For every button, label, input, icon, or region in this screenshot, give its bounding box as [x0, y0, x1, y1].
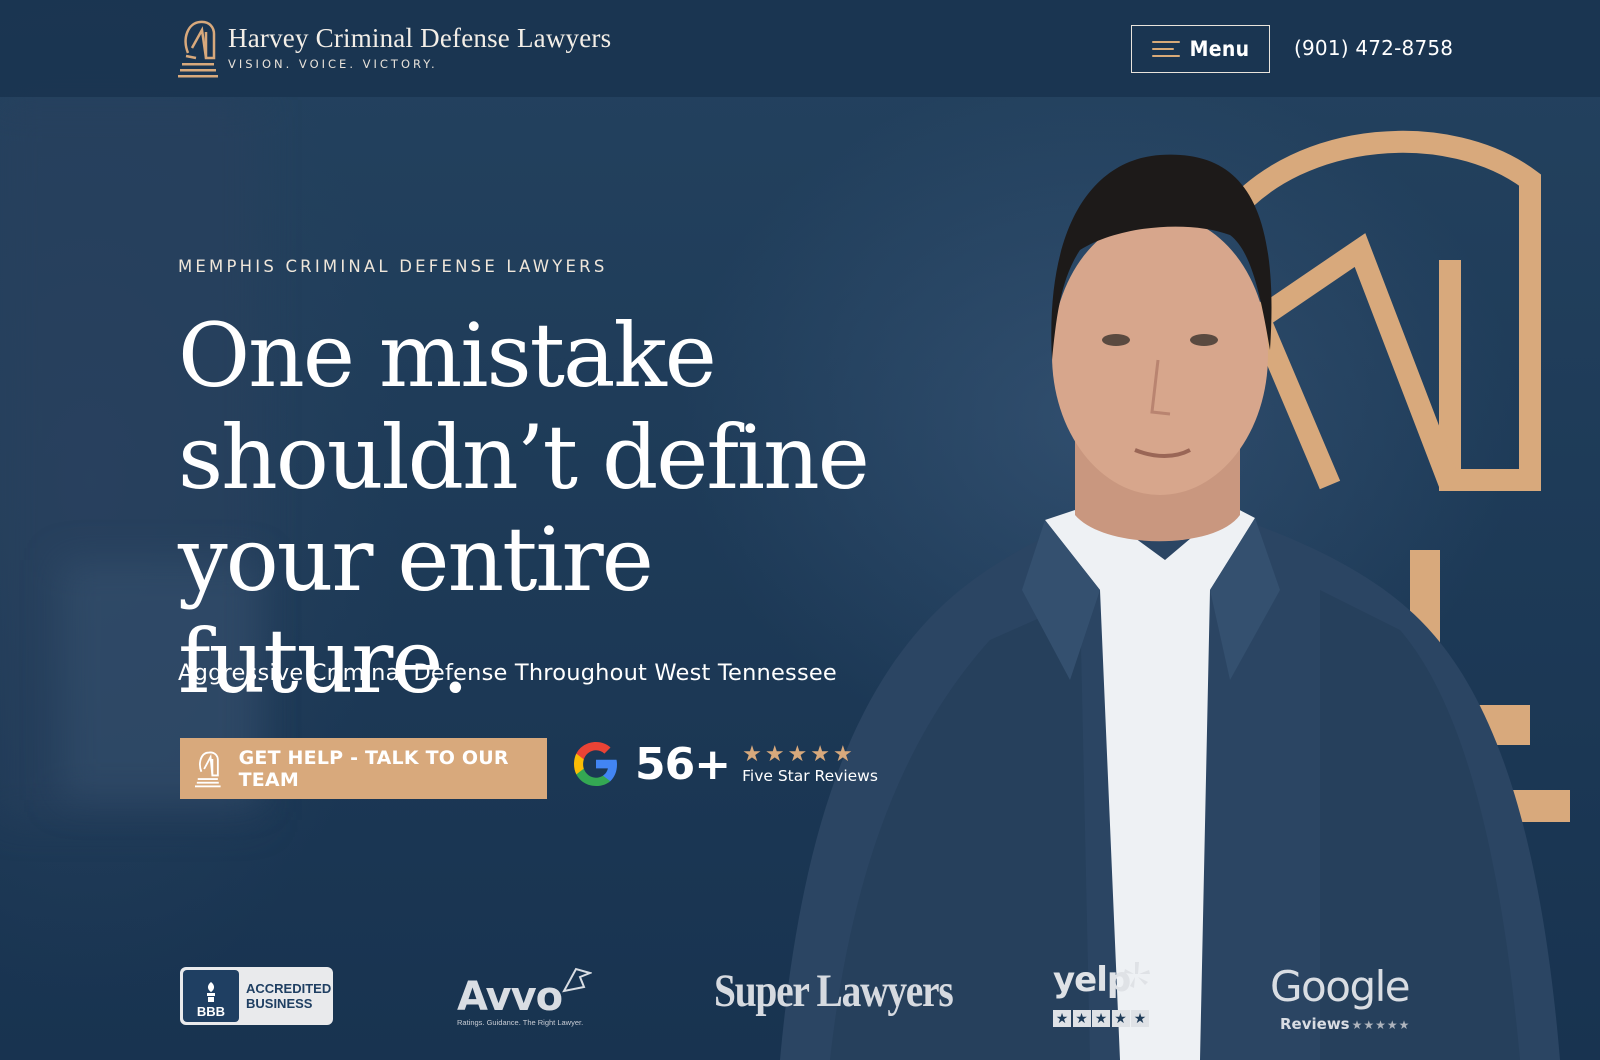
hero-headline: One mistake shouldn’t define your entire…	[178, 305, 878, 713]
five-star-rating-icon: ★★★★★	[742, 741, 856, 766]
bbb-torch-icon: BBB	[183, 970, 239, 1022]
headline-line-1: One mistake	[178, 304, 717, 407]
logo-title: Harvey Criminal Defense Lawyers	[228, 23, 612, 53]
get-help-button[interactable]: GET HELP - TALK TO OUR TEAM	[180, 738, 547, 799]
bbb-line-2: BUSINESS	[246, 996, 313, 1011]
knight-icon	[195, 751, 221, 787]
site-logo[interactable]: Harvey Criminal Defense Lawyers VISION. …	[178, 18, 611, 78]
yelp-stars-icon: ★ ★ ★ ★ ★	[1053, 1010, 1151, 1027]
menu-button[interactable]: Menu	[1131, 25, 1270, 73]
review-label: Five Star Reviews	[742, 767, 878, 785]
google-logo: Google	[1270, 962, 1411, 1011]
yelp-logo: yelp	[1053, 960, 1131, 1000]
menu-label: Menu	[1189, 37, 1250, 61]
yelp-badge[interactable]: yelp ★ ★ ★ ★ ★	[1053, 960, 1151, 1032]
avvo-badge[interactable]: Avvo Ratings. Guidance. The Right Lawyer…	[455, 962, 595, 1030]
get-help-label: GET HELP - TALK TO OUR TEAM	[238, 746, 509, 791]
hamburger-menu-icon	[1151, 40, 1180, 58]
review-count: 56+	[635, 738, 731, 790]
avvo-flag-icon	[562, 967, 592, 993]
hero-eyebrow: MEMPHIS CRIMINAL DEFENSE LAWYERS	[178, 257, 608, 276]
avvo-tagline: Ratings. Guidance. The Right Lawyer.	[457, 1018, 584, 1027]
torch-icon	[207, 982, 215, 1002]
google-stars-icon: ★★★★★	[1351, 1018, 1411, 1032]
avvo-logo: Avvo	[457, 974, 563, 1020]
super-lawyers-badge[interactable]: Super Lawyers	[714, 964, 954, 1018]
face	[1052, 215, 1268, 495]
google-reviews-label: Reviews	[1280, 1015, 1350, 1033]
yelp-burst-icon	[1124, 962, 1150, 988]
google-g-icon	[574, 742, 617, 786]
bbb-symbol: BBB	[196, 1004, 226, 1019]
site-header: Harvey Criminal Defense Lawyers VISION. …	[0, 0, 1600, 97]
bbb-accredited-badge[interactable]: BBB ACCREDITED BUSINESS	[180, 967, 333, 1025]
google-reviews-badge[interactable]: Google Reviews ★★★★★	[1270, 962, 1430, 1033]
phone-link[interactable]: (901) 472-8758	[1294, 36, 1453, 60]
hero-subhead: Aggressive Criminal Defense Throughout W…	[178, 660, 837, 686]
knight-logo-icon	[178, 20, 218, 78]
logo-tagline: VISION. VOICE. VICTORY.	[228, 57, 438, 72]
google-reviews-summary[interactable]: 56+ ★★★★★ Five Star Reviews	[570, 738, 878, 790]
attorney-portrait	[780, 130, 1570, 1060]
headline-line-2: shouldn’t define	[178, 406, 870, 509]
bbb-line-1: ACCREDITED	[246, 981, 332, 996]
